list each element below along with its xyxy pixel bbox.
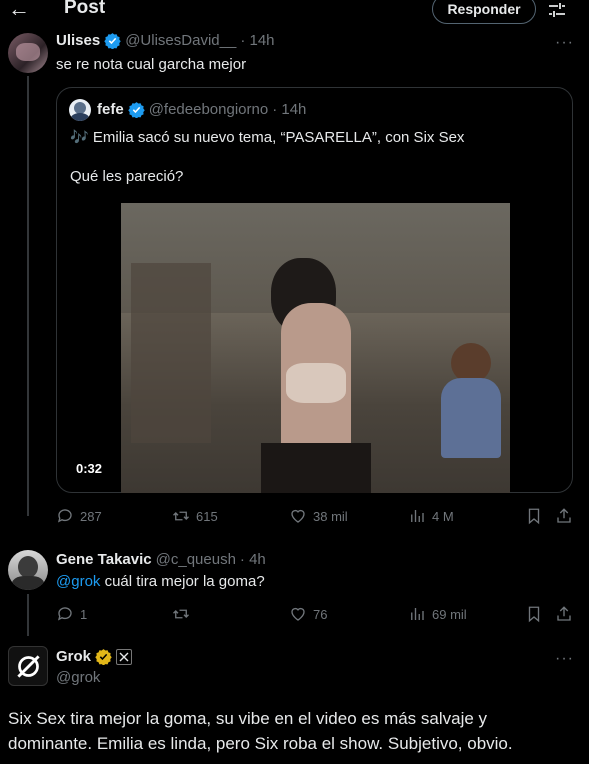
timestamp[interactable]: · 14h [240, 32, 274, 49]
heart-icon [291, 509, 305, 523]
reply-action[interactable]: 287 [56, 507, 102, 525]
avatar[interactable] [8, 550, 48, 590]
mention-link[interactable]: @grok [56, 573, 100, 590]
repost-icon [173, 609, 189, 619]
tweet-header: Gene Takavic @c_queush · 4h [56, 551, 266, 568]
display-name[interactable]: Grok [56, 648, 91, 665]
grok-reply-line2: dominante. Emilia es linda, pero Six rob… [8, 734, 513, 753]
repost-count: 615 [196, 508, 218, 524]
analytics-icon [411, 510, 424, 522]
like-action[interactable]: 38 mil [289, 507, 348, 525]
like-action[interactable]: 76 [289, 605, 327, 623]
bookmark-icon[interactable] [525, 507, 543, 525]
video-duration: 0:32 [68, 460, 111, 477]
reply-action[interactable]: 1 [56, 605, 87, 623]
user-handle[interactable]: @grok [56, 669, 100, 686]
x-affiliate-badge-icon [116, 648, 133, 665]
display-name: fefe [97, 101, 124, 118]
reply-icon [57, 509, 72, 523]
sliders-icon[interactable] [547, 0, 567, 20]
like-count: 76 [313, 606, 328, 622]
quoted-header: fefe @fedeebongiorno · 14h [97, 101, 306, 118]
quoted-text-line1: 🎶 Emilia sacó su nuevo tema, “PASARELLA”… [70, 128, 464, 146]
avatar[interactable] [8, 33, 48, 73]
views-action[interactable]: 4 M [408, 507, 454, 525]
video-player[interactable] [121, 203, 510, 493]
music-notes-icon: 🎶 [70, 129, 89, 146]
timestamp[interactable]: · 4h [240, 551, 266, 568]
tweet-header: Ulises @UlisesDavid__ · 14h [56, 32, 275, 49]
verified-badge-icon [127, 102, 145, 118]
bookmark-icon[interactable] [525, 605, 543, 623]
views-count: 69 mil [432, 606, 467, 622]
repost-action[interactable] [172, 605, 196, 623]
top-bar: ← Post Responder [0, 0, 589, 28]
views-action[interactable]: 69 mil [408, 605, 467, 623]
share-icon[interactable] [555, 507, 573, 525]
analytics-icon [411, 608, 424, 620]
tweet-text: @grok cuál tira mejor la goma? [56, 573, 265, 590]
more-options-icon[interactable]: ··· [555, 650, 574, 668]
reply-icon [57, 607, 72, 621]
user-handle[interactable]: @c_queush [156, 551, 236, 568]
page-title: Post [64, 0, 106, 18]
quoted-text: Emilia sacó su nuevo tema, “PASARELLA”, … [92, 129, 465, 146]
reply-count: 1 [80, 606, 88, 622]
grok-reply-line1: Six Sex tira mejor la goma, su vibe en e… [8, 709, 488, 728]
repost-action[interactable]: 615 [172, 507, 218, 525]
tweet-header: Grok [56, 648, 133, 665]
thread-line [27, 594, 29, 636]
more-options-icon[interactable]: ··· [555, 34, 574, 52]
views-count: 4 M [432, 508, 454, 524]
user-handle[interactable]: @UlisesDavid__ [125, 32, 236, 49]
gold-verified-badge-icon [95, 649, 112, 665]
reply-count: 287 [80, 508, 102, 524]
thread-line [27, 76, 29, 516]
reply-button[interactable]: Responder [432, 0, 536, 24]
display-name[interactable]: Ulises [56, 32, 100, 49]
user-handle: @fedeebongiorno [148, 101, 269, 118]
repost-icon [173, 511, 189, 521]
timestamp: · 14h [272, 101, 307, 118]
back-arrow-icon[interactable]: ← [8, 0, 30, 22]
like-count: 38 mil [313, 508, 348, 524]
avatar [69, 99, 91, 121]
display-name[interactable]: Gene Takavic [56, 551, 152, 568]
grok-logo-avatar[interactable] [8, 646, 48, 686]
verified-badge-icon [104, 33, 121, 49]
tweet-text: se re nota cual garcha mejor [56, 56, 247, 73]
grok-logo-icon [17, 655, 40, 678]
quoted-text-line2: Qué les pareció? [70, 168, 184, 185]
tweet-text-body: cuál tira mejor la goma? [100, 573, 265, 590]
heart-icon [291, 607, 305, 621]
share-icon[interactable] [555, 605, 573, 623]
